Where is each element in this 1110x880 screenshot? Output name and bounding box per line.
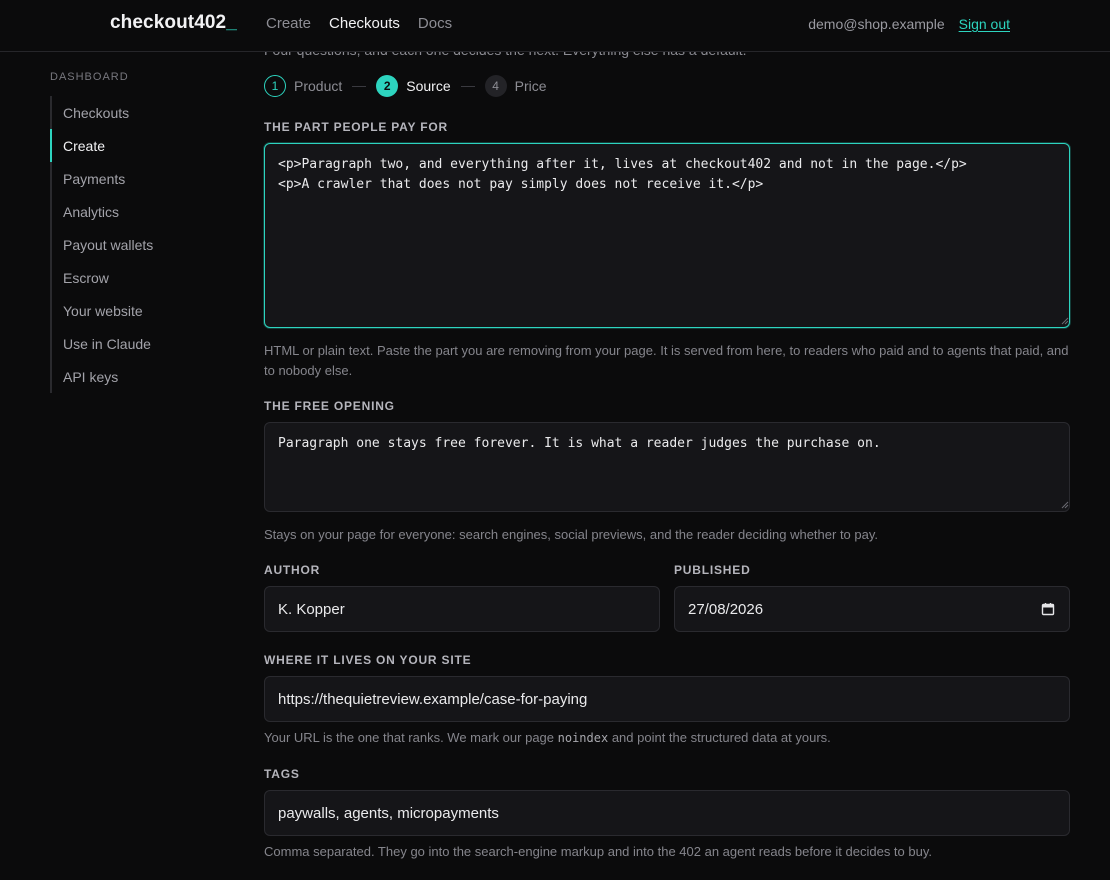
- published-date-value: 27/08/2026: [688, 600, 764, 618]
- step-number: 4: [484, 75, 507, 97]
- sidebar-item-escrow[interactable]: Escrow: [50, 261, 220, 294]
- account-email: demo@shop.example: [808, 16, 945, 32]
- topnav-create[interactable]: Create: [266, 15, 311, 32]
- tags-label: TAGS: [264, 767, 300, 781]
- brand-name: checkout402: [110, 12, 227, 33]
- step-divider: [352, 85, 367, 87]
- step-product[interactable]: 1 Product: [264, 75, 342, 97]
- free-opening-textarea[interactable]: Paragraph one stays free forever. It is …: [264, 422, 1070, 512]
- published-label: PUBLISHED: [674, 563, 751, 577]
- published-date-input[interactable]: 27/08/2026: [674, 586, 1070, 632]
- free-opening-hint: Stays on your page for everyone: search …: [264, 527, 879, 542]
- sidebar-item-your-website[interactable]: Your website: [50, 294, 220, 327]
- resize-handle-icon[interactable]: [1061, 501, 1069, 509]
- step-label: Price: [514, 78, 547, 94]
- sidebar-item-payments[interactable]: Payments: [50, 162, 220, 195]
- sidebar-item-api-keys[interactable]: API keys: [50, 360, 220, 393]
- step-label: Source: [406, 78, 451, 94]
- step-price[interactable]: 4 Price: [484, 75, 547, 97]
- sidebar-item-checkouts[interactable]: Checkouts: [50, 96, 220, 129]
- sidebar-heading: DASHBOARD: [50, 71, 129, 83]
- tags-input[interactable]: paywalls, agents, micropayments: [264, 790, 1070, 836]
- paid-part-hint: HTML or plain text. Paste the part you a…: [264, 343, 1069, 378]
- resize-handle-icon[interactable]: [1061, 317, 1069, 325]
- tags-hint: Comma separated. They go into the search…: [264, 844, 932, 859]
- account-area: demo@shop.example Sign out: [808, 16, 1010, 32]
- top-bar: checkout402_ Create Checkouts Docs demo@…: [0, 0, 1110, 52]
- brand-logo[interactable]: checkout402_: [110, 12, 237, 34]
- step-number: 2: [376, 75, 399, 97]
- step-number: 1: [264, 75, 286, 97]
- sidebar-item-use-in-claude[interactable]: Use in Claude: [50, 327, 220, 360]
- paid-part-label: THE PART PEOPLE PAY FOR: [264, 120, 448, 134]
- step-divider: [460, 85, 475, 87]
- sidebar-list: Checkouts Create Payments Analytics Payo…: [50, 96, 220, 393]
- location-label: WHERE IT LIVES ON YOUR SITE: [264, 653, 472, 667]
- author-label: AUTHOR: [264, 563, 321, 577]
- sign-out-link[interactable]: Sign out: [959, 16, 1010, 32]
- top-nav: Create Checkouts Docs: [266, 15, 452, 32]
- step-indicator: 1 Product 2 Source 4 Price: [264, 75, 547, 97]
- paid-part-textarea[interactable]: <p>Paragraph two, and everything after i…: [264, 143, 1070, 328]
- calendar-icon[interactable]: [1041, 602, 1055, 616]
- location-url-input[interactable]: https://thequietreview.example/case-for-…: [264, 676, 1070, 722]
- topnav-docs[interactable]: Docs: [418, 15, 452, 32]
- sidebar-item-payout-wallets[interactable]: Payout wallets: [50, 228, 220, 261]
- sidebar-item-analytics[interactable]: Analytics: [50, 195, 220, 228]
- brand-cursor: _: [226, 12, 237, 33]
- topnav-checkouts[interactable]: Checkouts: [329, 15, 400, 32]
- free-opening-label: THE FREE OPENING: [264, 399, 395, 413]
- step-source[interactable]: 2 Source: [376, 75, 451, 97]
- author-input[interactable]: K. Kopper: [264, 586, 660, 632]
- location-hint-before: Your URL is the one that ranks. We mark …: [264, 730, 558, 745]
- location-hint-after: and point the structured data at yours.: [608, 730, 831, 745]
- step-label: Product: [294, 78, 343, 94]
- sidebar-item-create[interactable]: Create: [50, 129, 220, 162]
- location-hint-code: noindex: [557, 731, 609, 745]
- location-hint: Your URL is the one that ranks. We mark …: [264, 728, 1070, 748]
